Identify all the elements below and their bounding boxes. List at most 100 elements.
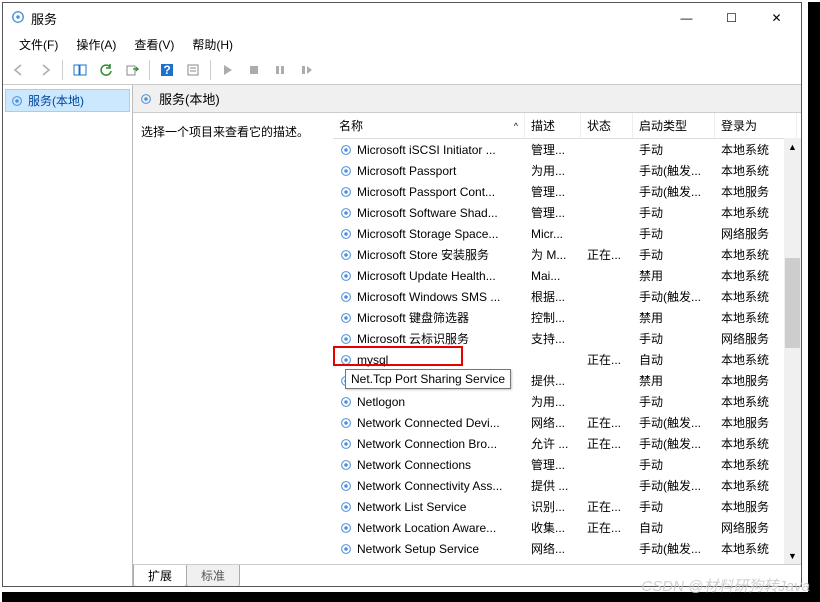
- service-row[interactable]: Microsoft iSCSI Initiator ...管理...手动本地系统: [333, 139, 801, 160]
- cell-name: Microsoft Passport: [333, 163, 525, 179]
- service-row[interactable]: Network List Service识别...正在...手动本地服务: [333, 496, 801, 517]
- scroll-up-button[interactable]: ▲: [784, 138, 801, 155]
- service-row[interactable]: Microsoft 云标识服务支持...手动网络服务: [333, 328, 801, 349]
- service-row[interactable]: Network Connection Bro...允许 ...正在...手动(触…: [333, 433, 801, 454]
- cell-status: [581, 170, 633, 172]
- tab-extended[interactable]: 扩展: [133, 565, 187, 586]
- cell-desc: Mai...: [525, 268, 581, 284]
- service-row[interactable]: Network Setup Service网络...手动(触发...本地系统: [333, 538, 801, 559]
- cell-desc: 管理...: [525, 182, 581, 201]
- cell-desc: 支持...: [525, 329, 581, 348]
- cell-status: [581, 380, 633, 382]
- gear-icon: [10, 94, 24, 108]
- pause-button: [268, 58, 292, 82]
- cell-name: Microsoft Store 安装服务: [333, 245, 525, 264]
- cell-status: [581, 233, 633, 235]
- cell-status: [581, 464, 633, 466]
- service-row[interactable]: Network Connections管理...手动本地系统: [333, 454, 801, 475]
- menu-file[interactable]: 文件(F): [11, 34, 66, 55]
- scroll-down-button[interactable]: ▼: [784, 547, 801, 564]
- tab-standard[interactable]: 标准: [186, 565, 240, 586]
- cell-name: Network Location Aware...: [333, 520, 525, 536]
- menu-view[interactable]: 查看(V): [126, 34, 182, 55]
- col-name[interactable]: 名称^: [333, 113, 525, 138]
- cell-startup: 手动: [633, 329, 715, 348]
- gear-icon: [139, 92, 153, 106]
- cell-startup: 手动(触发...: [633, 539, 715, 558]
- cell-desc: 管理...: [525, 203, 581, 222]
- service-row[interactable]: Microsoft Storage Space...Micr...手动网络服务: [333, 223, 801, 244]
- service-row[interactable]: Microsoft Update Health...Mai...禁用本地系统: [333, 265, 801, 286]
- cell-startup: 自动: [633, 350, 715, 369]
- show-hide-tree-button[interactable]: [68, 58, 92, 82]
- cell-desc: Micr...: [525, 226, 581, 242]
- start-button: [216, 58, 240, 82]
- service-row[interactable]: Microsoft Store 安装服务为 M...正在...手动本地系统: [333, 244, 801, 265]
- cell-status: [581, 191, 633, 193]
- cell-status: [581, 338, 633, 340]
- service-row[interactable]: Microsoft 键盘筛选器控制...禁用本地系统: [333, 307, 801, 328]
- menu-action[interactable]: 操作(A): [68, 34, 124, 55]
- col-startup[interactable]: 启动类型: [633, 113, 715, 138]
- cell-startup: 手动: [633, 497, 715, 516]
- scrollbar[interactable]: ▲ ▼: [784, 138, 801, 564]
- cell-startup: 手动(触发...: [633, 413, 715, 432]
- service-row[interactable]: Microsoft Windows SMS ...根据...手动(触发...本地…: [333, 286, 801, 307]
- cell-status: [581, 317, 633, 319]
- minimize-button[interactable]: —: [664, 4, 709, 32]
- cell-name: Network Connected Devi...: [333, 415, 525, 431]
- service-row[interactable]: Microsoft Passport Cont...管理...手动(触发...本…: [333, 181, 801, 202]
- cell-desc: [525, 359, 581, 361]
- service-row[interactable]: Microsoft Software Shad...管理...手动本地系统: [333, 202, 801, 223]
- cell-startup: 手动: [633, 392, 715, 411]
- refresh-button[interactable]: [94, 58, 118, 82]
- cell-startup: 手动(触发...: [633, 287, 715, 306]
- properties-button[interactable]: [181, 58, 205, 82]
- col-status[interactable]: 状态: [581, 113, 633, 138]
- export-button[interactable]: [120, 58, 144, 82]
- cell-desc: 为 M...: [525, 245, 581, 264]
- cell-status: [581, 275, 633, 277]
- stop-button: [242, 58, 266, 82]
- service-row[interactable]: mysql正在...自动本地系统: [333, 349, 801, 370]
- cell-name: mysql: [333, 352, 525, 368]
- maximize-button[interactable]: ☐: [709, 4, 754, 32]
- col-logon[interactable]: 登录为: [715, 113, 797, 138]
- cell-startup: 自动: [633, 518, 715, 537]
- service-row[interactable]: Microsoft Passport为用...手动(触发...本地系统: [333, 160, 801, 181]
- close-button[interactable]: ✕: [754, 4, 799, 32]
- tree-pane: 服务(本地): [3, 85, 133, 586]
- cell-desc: 允许 ...: [525, 434, 581, 453]
- back-button: [7, 58, 31, 82]
- menu-help[interactable]: 帮助(H): [184, 34, 241, 55]
- cell-name: Network Connectivity Ass...: [333, 478, 525, 494]
- scroll-thumb[interactable]: [785, 258, 800, 348]
- cell-status: [581, 548, 633, 550]
- col-desc[interactable]: 描述: [525, 113, 581, 138]
- service-row[interactable]: Netlogon为用...手动本地系统: [333, 391, 801, 412]
- edge-decoration: [808, 2, 820, 602]
- cell-startup: 手动(触发...: [633, 434, 715, 453]
- cell-name: Network List Service: [333, 499, 525, 515]
- window-title: 服务: [31, 9, 664, 28]
- service-row[interactable]: Network Location Aware...收集...正在...自动网络服…: [333, 517, 801, 538]
- cell-name: Network Connections: [333, 457, 525, 473]
- cell-status: 正在...: [581, 518, 633, 537]
- cell-startup: 手动(触发...: [633, 161, 715, 180]
- restart-button: [294, 58, 318, 82]
- cell-startup: 手动: [633, 140, 715, 159]
- edge-decoration: [2, 592, 808, 602]
- tree-root-item[interactable]: 服务(本地): [5, 89, 130, 112]
- cell-startup: 手动: [633, 224, 715, 243]
- service-row[interactable]: Network Connected Devi...网络...正在...手动(触发…: [333, 412, 801, 433]
- forward-button: [33, 58, 57, 82]
- cell-status: [581, 401, 633, 403]
- cell-name: Microsoft Software Shad...: [333, 205, 525, 221]
- cell-startup: 手动(触发...: [633, 182, 715, 201]
- help-button[interactable]: ?: [155, 58, 179, 82]
- service-row[interactable]: Network Connectivity Ass...提供 ...手动(触发..…: [333, 475, 801, 496]
- cell-name: Microsoft 键盘筛选器: [333, 308, 525, 327]
- cell-name: Microsoft iSCSI Initiator ...: [333, 142, 525, 158]
- cell-startup: 手动(触发...: [633, 476, 715, 495]
- cell-desc: 识别...: [525, 497, 581, 516]
